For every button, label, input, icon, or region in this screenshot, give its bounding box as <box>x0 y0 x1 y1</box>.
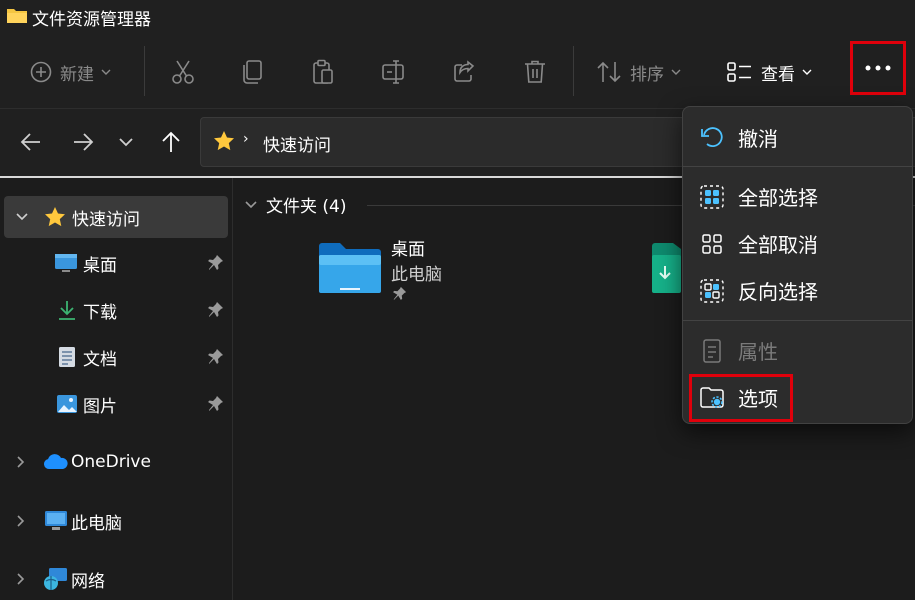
pictures-icon <box>57 395 77 413</box>
sidebar-item-label: 图片 <box>83 396 117 417</box>
invert-selection-icon <box>700 279 724 303</box>
sidebar-item-label: 网络 <box>71 571 105 592</box>
sidebar-item-downloads[interactable]: 下载 <box>0 289 232 331</box>
sidebar-item-this-pc[interactable]: 此电脑 <box>0 500 232 542</box>
chevron-right-icon[interactable] <box>17 515 25 527</box>
menu-item-invert-selection[interactable]: 反向选择 <box>683 268 912 312</box>
pin-icon[interactable] <box>208 301 224 317</box>
sort-label: 排序 <box>630 64 664 85</box>
menu-item-label: 反向选择 <box>738 279 818 304</box>
sidebar-item-pictures[interactable]: 图片 <box>0 383 232 425</box>
sidebar-item-quick-access[interactable]: 快速访问 <box>4 196 228 238</box>
pin-icon[interactable] <box>208 254 224 270</box>
sidebar-item-label: OneDrive <box>71 452 151 472</box>
pin-icon <box>393 286 407 300</box>
back-arrow-icon[interactable] <box>20 131 42 153</box>
menu-item-undo[interactable]: 撤消 <box>683 115 912 159</box>
chevron-right-icon[interactable] <box>17 456 25 468</box>
star-icon <box>45 207 65 227</box>
sidebar-item-label: 下载 <box>83 302 117 323</box>
paste-button[interactable] <box>311 50 335 94</box>
title-bar: 文件资源管理器 <box>0 0 915 36</box>
sort-button[interactable]: 排序 <box>596 50 681 94</box>
menu-item-label: 全部取消 <box>738 232 818 257</box>
forward-arrow-icon[interactable] <box>72 131 94 153</box>
share-icon <box>454 60 475 82</box>
toolbar-divider <box>144 46 145 96</box>
pin-icon[interactable] <box>208 348 224 364</box>
pin-icon[interactable] <box>208 395 224 411</box>
menu-item-label: 属性 <box>738 339 778 364</box>
chevron-down-icon <box>101 69 111 75</box>
new-label: 新建 <box>60 64 94 85</box>
group-header-folders[interactable]: 文件夹 (4) <box>245 192 346 217</box>
desktop-folder-icon <box>319 243 381 293</box>
select-none-icon <box>702 234 722 254</box>
menu-divider <box>683 166 912 167</box>
sidebar-item-label: 此电脑 <box>71 513 122 534</box>
window-title: 文件资源管理器 <box>32 10 151 30</box>
group-label: 文件夹 (4) <box>266 197 347 217</box>
chevron-down-icon <box>245 200 257 208</box>
select-all-icon <box>700 185 724 209</box>
downloads-folder-icon <box>652 243 681 293</box>
clipboard-icon <box>313 59 333 84</box>
chevron-down-icon <box>671 69 681 75</box>
folder-location: 此电脑 <box>391 265 442 285</box>
breadcrumb-current[interactable]: 快速访问 <box>263 131 331 156</box>
chevron-right-icon[interactable] <box>17 573 25 585</box>
recent-locations-chevron-icon[interactable] <box>119 138 133 147</box>
view-button[interactable]: 查看 <box>727 50 812 94</box>
folder-name: 桌面 <box>391 240 425 260</box>
desktop-icon <box>55 254 77 272</box>
undo-icon <box>701 127 723 147</box>
sidebar-item-desktop[interactable]: 桌面 <box>0 242 232 284</box>
cloud-icon <box>43 454 68 469</box>
breadcrumb-separator: › <box>243 131 249 147</box>
menu-divider <box>683 320 912 321</box>
view-layout-icon <box>727 62 751 82</box>
folder-icon <box>7 9 27 23</box>
menu-item-select-none[interactable]: 全部取消 <box>683 221 912 265</box>
scissors-icon <box>172 60 194 84</box>
up-arrow-icon[interactable] <box>160 131 182 153</box>
menu-item-label: 全部选择 <box>738 185 818 210</box>
sidebar-item-network[interactable]: 网络 <box>0 558 232 600</box>
view-label: 查看 <box>761 64 795 85</box>
properties-icon <box>703 339 721 363</box>
copy-button[interactable] <box>241 50 265 94</box>
copy-icon <box>243 60 262 84</box>
sidebar-item-onedrive[interactable]: OneDrive <box>0 441 232 483</box>
toolbar-divider <box>573 46 574 96</box>
sidebar-item-label: 文档 <box>83 349 117 370</box>
more-dots-icon <box>865 65 891 71</box>
plus-circle-icon <box>30 61 52 83</box>
cut-button[interactable] <box>170 50 196 94</box>
chevron-down-icon <box>802 69 812 75</box>
trash-icon <box>525 60 545 83</box>
menu-item-label: 撤消 <box>738 126 778 151</box>
sidebar-item-documents[interactable]: 文档 <box>0 336 232 378</box>
more-options-button[interactable] <box>850 41 906 95</box>
sidebar-item-label: 快速访问 <box>72 209 140 230</box>
navigation-pane: 快速访问 桌面 下载 文档 图片 OneDrive 此电脑 网络 <box>0 178 233 600</box>
download-icon <box>59 301 75 320</box>
menu-item-properties[interactable]: 属性 <box>683 328 912 372</box>
rename-button[interactable] <box>381 50 407 94</box>
delete-button[interactable] <box>523 50 547 94</box>
chevron-down-icon[interactable] <box>16 213 28 221</box>
rename-icon <box>382 60 404 84</box>
more-options-menu: 撤消 全部选择 全部取消 反向选择 属性 选项 <box>682 106 913 424</box>
command-bar: 新建 排序 查看 <box>0 36 915 108</box>
sort-icon <box>597 61 621 83</box>
star-icon <box>214 131 234 151</box>
share-button[interactable] <box>452 50 476 94</box>
options-highlight-box <box>689 374 793 422</box>
menu-item-select-all[interactable]: 全部选择 <box>683 174 912 218</box>
network-icon <box>44 568 67 590</box>
computer-icon <box>45 511 67 530</box>
new-button[interactable]: 新建 <box>30 50 111 94</box>
document-icon <box>59 347 75 367</box>
sidebar-item-label: 桌面 <box>83 255 117 276</box>
